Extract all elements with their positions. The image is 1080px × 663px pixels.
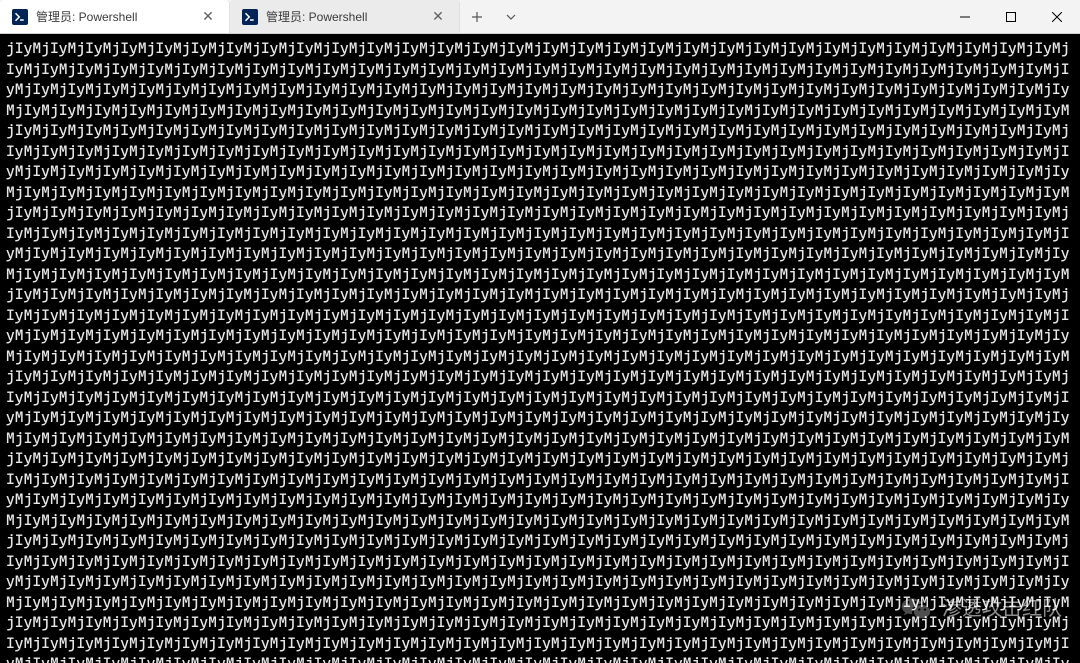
tab-1[interactable]: 管理员: Powershell ✕	[230, 0, 460, 33]
tab-1-close-icon[interactable]: ✕	[429, 8, 447, 26]
new-tab-button[interactable]	[460, 0, 494, 33]
encoded-output: jIyMjIyMjIyMjIyMjIyMjIyMjIyMjIyMjIyMjIyM…	[6, 39, 1069, 663]
titlebar-drag-area[interactable]	[528, 0, 942, 33]
tab-0-close-icon[interactable]: ✕	[199, 8, 217, 26]
minimize-button[interactable]	[942, 0, 988, 34]
tab-dropdown-button[interactable]	[494, 0, 528, 33]
maximize-button[interactable]	[988, 0, 1034, 34]
powershell-icon	[242, 9, 258, 25]
close-button[interactable]	[1034, 0, 1080, 34]
terminal-body[interactable]: jIyMjIyMjIyMjIyMjIyMjIyMjIyMjIyMjIyMjIyM…	[0, 34, 1080, 663]
tab-1-title: 管理员: Powershell	[266, 8, 421, 25]
window-titlebar: 管理员: Powershell ✕ 管理员: Powershell ✕	[0, 0, 1080, 34]
powershell-icon	[12, 9, 28, 25]
window-controls	[942, 0, 1080, 33]
tab-0-title: 管理员: Powershell	[36, 8, 191, 25]
tab-0[interactable]: 管理员: Powershell ✕	[0, 0, 230, 33]
